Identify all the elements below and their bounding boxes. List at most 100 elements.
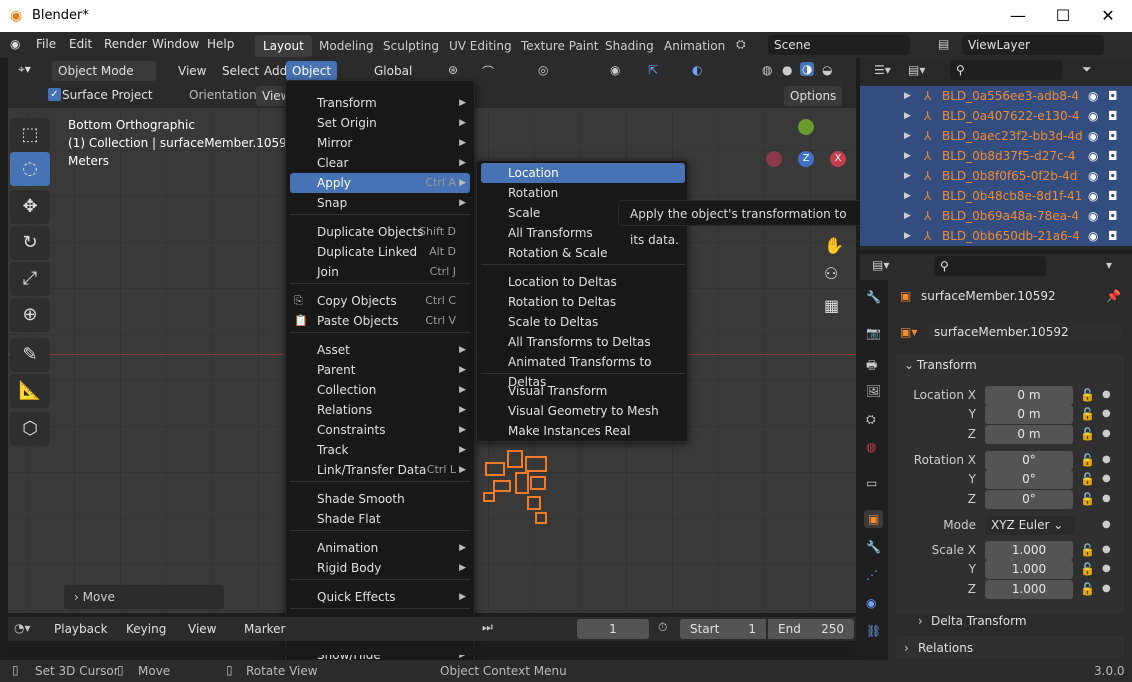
chevron-down-icon[interactable]: ⌄ <box>904 358 914 372</box>
keyframe-dot-icon[interactable]: ● <box>1102 583 1111 594</box>
tab-animation[interactable]: Animation <box>656 35 733 57</box>
keyframe-dot-icon[interactable]: ● <box>1102 408 1111 419</box>
menu-object[interactable]: Object <box>286 61 338 81</box>
eye-icon[interactable]: ◉ <box>1088 226 1098 246</box>
lock-icon[interactable]: 🔓 <box>1080 472 1095 486</box>
location-y-field[interactable]: 0 m <box>985 405 1073 424</box>
object-menu-transform[interactable]: Transform ▶ <box>290 93 470 113</box>
output-tab-icon[interactable]: 🖶 <box>866 356 877 377</box>
location-z-field[interactable]: 0 m <box>985 425 1073 444</box>
surface-project-checkbox[interactable]: ✓ <box>48 88 61 101</box>
shading-material-icon[interactable]: ◑ <box>800 62 815 76</box>
apply-make-instances-real[interactable]: Make Instances Real <box>481 421 685 441</box>
building-footprints[interactable] <box>476 443 566 528</box>
rotation-mode-dropdown[interactable]: XYZ Euler ⌄ <box>985 516 1075 535</box>
camera-render-icon[interactable]: ◘ <box>1108 106 1118 126</box>
object-menu-relations[interactable]: Relations ▶ <box>290 400 470 420</box>
chevron-right-icon[interactable]: › <box>918 614 923 628</box>
pan-hand-icon[interactable]: ✋ <box>824 236 844 255</box>
scale-tool[interactable]: ⤢ <box>10 262 50 296</box>
display-mode-icon[interactable]: ▤▾ <box>908 63 925 77</box>
outliner-row[interactable]: ▶ ⅄ BLD_0b69a48a-78ea-4 ◉ ◘ <box>860 206 1132 226</box>
lock-icon[interactable]: 🔓 <box>1080 562 1095 576</box>
cursor-tool[interactable]: ◌ <box>10 152 50 186</box>
filter-icon[interactable]: ⏷ <box>1082 62 1092 77</box>
current-frame-field[interactable]: 1 <box>577 619 649 639</box>
gizmo-neg-x[interactable] <box>766 151 782 167</box>
start-frame-field[interactable]: Start 1 <box>680 619 766 639</box>
object-menu-duplicate-objects[interactable]: Duplicate Objects Shift D <box>290 222 470 242</box>
snap-icon[interactable]: ⌒ <box>482 63 494 80</box>
eye-icon[interactable]: ◉ <box>1088 166 1098 186</box>
outliner-row[interactable]: ▶ ⅄ BLD_0b8d37f5-d27c-4 ◉ ◘ <box>860 146 1132 166</box>
pin-icon[interactable]: 📌 <box>1106 289 1121 303</box>
keyframe-dot-icon[interactable]: ● <box>1102 493 1111 504</box>
visibility-icon[interactable]: ◉ <box>610 63 620 77</box>
eye-icon[interactable]: ◉ <box>1088 86 1098 106</box>
eye-icon[interactable]: ◉ <box>1088 106 1098 126</box>
eye-icon[interactable]: ◉ <box>1088 186 1098 206</box>
outliner-row[interactable]: ▶ ⅄ BLD_0bb650db-21a6-4 ◉ ◘ <box>860 226 1132 246</box>
rotation-x-field[interactable]: 0° <box>985 451 1073 470</box>
scene-icon[interactable]: ⛭ <box>736 37 746 52</box>
shading-solid-icon[interactable]: ● <box>782 63 792 77</box>
object-menu-link-transfer-data[interactable]: Link/Transfer Data Ctrl L ▶ <box>290 460 470 480</box>
object-menu-set-origin[interactable]: Set Origin ▶ <box>290 113 470 133</box>
rotation-y-field[interactable]: 0° <box>985 470 1073 489</box>
camera-render-icon[interactable]: ◘ <box>1108 126 1118 146</box>
outliner-editor-icon[interactable]: ☰▾ <box>874 63 891 77</box>
expand-arrow-icon[interactable]: ▶ <box>904 146 911 166</box>
object-menu-apply[interactable]: Apply Ctrl A ▶ <box>290 173 470 193</box>
tab-layout[interactable]: Layout <box>255 35 312 57</box>
outliner-search-input[interactable]: ⚲ <box>950 60 1062 80</box>
timeline-scrollbar[interactable] <box>8 647 848 655</box>
camera-render-icon[interactable]: ◘ <box>1108 146 1118 166</box>
apply-all-transforms-to-deltas[interactable]: All Transforms to Deltas <box>481 332 685 352</box>
move-tool[interactable]: ✥ <box>10 190 50 224</box>
camera-render-icon[interactable]: ◘ <box>1108 206 1118 226</box>
camera-render-icon[interactable]: ◘ <box>1108 166 1118 186</box>
object-menu-paste-objects[interactable]: Paste Objects Ctrl V <box>290 311 470 331</box>
properties-editor-icon[interactable]: ▤▾ <box>872 258 889 272</box>
outliner-row[interactable]: ▶ ⅄ BLD_0b8f0f65-0f2b-4d ◉ ◘ <box>860 166 1132 186</box>
close-button[interactable]: ✕ <box>1085 0 1131 32</box>
tab-shading[interactable]: Shading <box>597 35 662 57</box>
add-cube-tool[interactable]: ⬡ <box>10 412 50 446</box>
properties-options-icon[interactable]: ▾ <box>1106 258 1112 272</box>
menu-window[interactable]: Window <box>152 37 199 51</box>
apply-location-to-deltas[interactable]: Location to Deltas <box>481 272 685 292</box>
outliner-row[interactable]: ▶ ⅄ BLD_0aec23f2-bb3d-4d ◉ ◘ <box>860 126 1132 146</box>
gizmo-icon[interactable]: ⇱ <box>648 63 658 77</box>
tool-tab-icon[interactable]: 🔧 <box>866 290 881 304</box>
object-menu-animation[interactable]: Animation ▶ <box>290 538 470 558</box>
object-menu-join[interactable]: Join Ctrl J <box>290 262 470 282</box>
select-box-tool[interactable]: ⬚ <box>10 118 50 152</box>
constraints-tab-icon[interactable]: ⛓ <box>866 624 881 638</box>
collection-tab-icon[interactable]: ▭ <box>866 476 877 490</box>
properties-search-input[interactable]: ⚲ <box>934 256 1046 276</box>
apply-visual-geometry-to-mesh[interactable]: Visual Geometry to Mesh <box>481 401 685 421</box>
gizmo-x[interactable]: X <box>830 151 846 167</box>
rotation-z-field[interactable]: 0° <box>985 490 1073 509</box>
apply-scale-to-deltas[interactable]: Scale to Deltas <box>481 312 685 332</box>
object-mode-dropdown[interactable]: Object Mode <box>52 61 156 81</box>
transform-tool[interactable]: ⊕ <box>10 298 50 332</box>
object-menu-copy-objects[interactable]: Copy Objects Ctrl C <box>290 291 470 311</box>
lock-icon[interactable]: 🔓 <box>1080 582 1095 596</box>
eye-icon[interactable]: ◉ <box>1088 126 1098 146</box>
object-menu-quick-effects[interactable]: Quick Effects ▶ <box>290 587 470 607</box>
object-menu-clear[interactable]: Clear ▶ <box>290 153 470 173</box>
expand-arrow-icon[interactable]: ▶ <box>904 86 911 106</box>
camera-render-icon[interactable]: ◘ <box>1108 226 1118 246</box>
relations-panel-title[interactable]: Relations <box>918 641 973 655</box>
menu-keying[interactable]: Keying <box>120 619 172 639</box>
expand-arrow-icon[interactable]: ▶ <box>904 226 911 246</box>
lock-icon[interactable]: 🔓 <box>1080 407 1095 421</box>
world-tab-icon[interactable]: ◍ <box>866 440 876 454</box>
camera-render-icon[interactable]: ◘ <box>1108 86 1118 106</box>
menu-file[interactable]: File <box>36 37 56 51</box>
camera-icon[interactable]: ⚇ <box>824 264 838 283</box>
render-tab-icon[interactable]: 📷 <box>866 326 881 340</box>
rotate-tool[interactable]: ↻ <box>10 226 50 260</box>
scale-x-field[interactable]: 1.000 <box>985 541 1073 560</box>
